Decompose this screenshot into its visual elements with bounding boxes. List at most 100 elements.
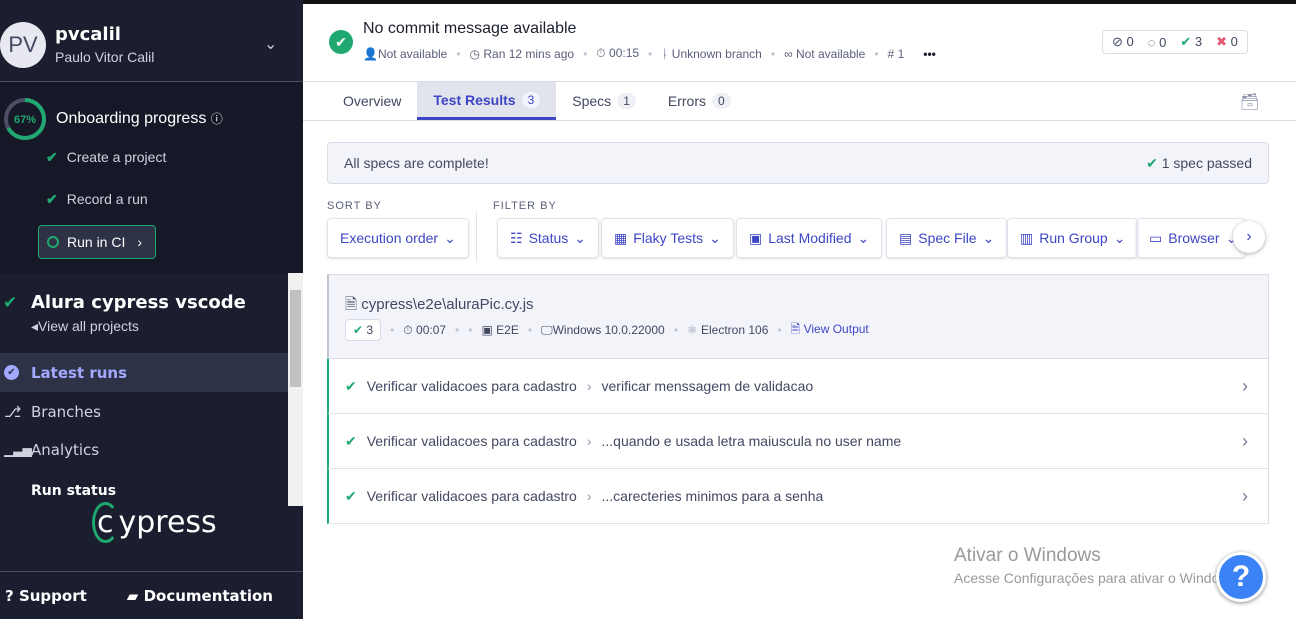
check-icon: ✔: [1180, 34, 1192, 49]
pending-count: ◌ 0: [1147, 34, 1167, 50]
filter-flaky-tests[interactable]: ▦ Flaky Tests ⌄: [601, 218, 734, 258]
ci-provider: ∞ Not available: [784, 46, 866, 61]
filter-label: FILTER BY: [493, 200, 557, 212]
more-options-button[interactable]: •••: [923, 47, 936, 61]
passed-status-icon: ✔: [329, 30, 353, 54]
filter-last-modified[interactable]: ▣ Last Modified ⌄: [736, 218, 883, 258]
browser-icon: ▭: [1149, 229, 1163, 246]
duration: ⏱ 00:15: [596, 46, 640, 60]
filter-browser[interactable]: ▭ Browser ⌄: [1136, 218, 1246, 258]
nav-branches[interactable]: ⎇ Branches: [0, 392, 288, 431]
tab-test-results[interactable]: Test Results 3: [417, 82, 557, 120]
support-link[interactable]: ? Support: [5, 587, 87, 605]
status-icon: ☷: [510, 229, 523, 246]
chevron-right-icon: ›: [137, 234, 143, 250]
file-code-icon: ▤: [899, 229, 913, 246]
check-icon: ✔: [345, 377, 357, 394]
progress-ring: 67%: [4, 98, 46, 140]
spec-file-name[interactable]: 🗎 cypress\e2e\aluraPic.cy.js: [345, 294, 534, 319]
clock-icon: ◷: [469, 46, 481, 61]
top-border: [303, 0, 1296, 4]
chevron-down-icon: ⌄: [444, 229, 456, 246]
windows-watermark-subtitle: Acesse Configurações para ativar o Windo…: [954, 570, 1241, 586]
project-name: Alura cypress vscode: [31, 292, 246, 313]
run-meta: 👤Not available • ◷ Ran 12 mins ago • ⏱ 00:…: [363, 46, 936, 61]
user-menu[interactable]: PV pvcalil Paulo Vitor Calil ⌄: [0, 4, 303, 82]
step-create-project: ✔ Create a project: [46, 149, 167, 165]
infinity-icon: ∞: [784, 46, 793, 61]
calendar-icon: ▣: [749, 229, 763, 246]
filter-status[interactable]: ☷ Status ⌄: [497, 218, 599, 258]
stopwatch-icon: ⏱: [403, 322, 413, 337]
check-icon: ✔: [3, 293, 18, 312]
chevron-right-icon: ›: [586, 378, 592, 394]
cypress-logo: c ypress: [92, 502, 217, 543]
help-button[interactable]: ?: [1216, 552, 1266, 602]
documentation-link[interactable]: ▰ Documentation: [127, 587, 273, 605]
branch-icon: ᚿ: [661, 46, 669, 61]
check-icon: ✔: [46, 149, 58, 165]
onboarding-title: Onboarding progress ⓘ: [56, 110, 223, 127]
stopwatch-icon: ⏱: [596, 46, 606, 60]
circle-icon: [47, 236, 59, 248]
run-in-ci-button[interactable]: Run in CI ›: [38, 225, 156, 259]
check-icon: ✔: [345, 432, 357, 449]
branch-icon: ⎇: [4, 402, 22, 421]
book-icon: ▰: [126, 586, 139, 605]
tab-errors[interactable]: Errors 0: [652, 82, 747, 120]
sort-dropdown[interactable]: Execution order ⌄: [327, 218, 469, 258]
filter-run-group[interactable]: ▥ Run Group ⌄: [1007, 218, 1139, 258]
test-row[interactable]: ✔ Verificar validacoes para cadastro › ...q…: [327, 414, 1268, 469]
electron-icon: ⚛: [686, 323, 698, 337]
avatar: PV: [0, 22, 46, 68]
check-icon: ✔: [46, 191, 58, 207]
sidebar: PV pvcalil Paulo Vitor Calil ⌄ 67% Onboa…: [0, 0, 303, 619]
e2e-icon: ▣: [481, 323, 493, 337]
monitor-icon: 🖵: [541, 322, 553, 337]
x-icon: ✖: [1216, 34, 1228, 49]
run-number: # 1: [887, 46, 905, 61]
chevron-right-icon: ›: [586, 488, 592, 504]
windows-watermark-title: Ativar o Windows: [954, 545, 1101, 566]
chevron-right-icon: ›: [586, 433, 592, 449]
progress-percent: 67%: [14, 114, 36, 126]
chevron-right-icon: ›: [1242, 375, 1248, 396]
chevron-down-icon[interactable]: ⌄: [264, 34, 277, 54]
scroll-filters-right-button[interactable]: ›: [1233, 221, 1265, 253]
question-icon: ?: [5, 586, 14, 605]
info-icon[interactable]: ⓘ: [211, 112, 223, 126]
step-record-run: ✔ Record a run: [46, 191, 148, 207]
hash-icon: #: [887, 46, 895, 61]
test-row[interactable]: ✔ Verificar validacoes para cadastro › ...c…: [327, 469, 1268, 524]
tab-specs[interactable]: Specs 1: [556, 82, 652, 120]
passed-count: ✔ 3: [1180, 34, 1203, 49]
scrollbar-thumb[interactable]: [290, 290, 301, 387]
view-all-projects-link[interactable]: ◂View all projects: [31, 318, 139, 335]
completion-banner: All specs are complete! ✔ 1 spec passed: [327, 142, 1269, 184]
divider: [476, 212, 477, 262]
run-title: No commit message available: [363, 20, 577, 37]
tabs: Overview Test Results 3 Specs 1 Errors 0 🗃: [303, 81, 1296, 121]
failed-count: ✖ 0: [1216, 34, 1238, 49]
onboarding-panel: 67% Onboarding progress ⓘ ✔ Create a proj…: [0, 82, 303, 273]
skipped-icon: ⊘: [1112, 34, 1123, 49]
sidebar-footer: ? Support ▰ Documentation: [0, 571, 303, 619]
spec-card: 🗎 cypress\e2e\aluraPic.cy.js ✔ 3 • ⏱ 00:0…: [327, 274, 1269, 524]
document-icon: 🗎: [790, 321, 801, 336]
check-icon: ✔: [353, 323, 364, 337]
pending-icon: ◌: [1147, 34, 1156, 50]
test-row[interactable]: ✔ Verificar validacoes para cadastro › veri…: [327, 359, 1268, 414]
nav-latest-runs[interactable]: ✔ Latest runs: [0, 353, 288, 392]
username: pvcalil: [55, 24, 121, 45]
branch: ᚿ Unknown branch: [661, 46, 762, 61]
filter-spec-file[interactable]: ▤ Spec File ⌄: [886, 218, 1008, 258]
main: ✔ No commit message available 👤Not avail…: [303, 0, 1296, 619]
bar-chart-icon: ▁▃▅: [4, 442, 32, 457]
skipped-count: ⊘ 0: [1112, 34, 1134, 49]
passed-pill: ✔ 3: [345, 319, 382, 341]
tab-overview[interactable]: Overview: [327, 82, 417, 120]
archive-icon[interactable]: 🗃: [1240, 92, 1260, 112]
view-output-link[interactable]: 🗎 View Output: [791, 320, 869, 341]
nav-analytics[interactable]: ▁▃▅ Analytics: [0, 430, 288, 469]
author: 👤Not available: [363, 46, 448, 61]
